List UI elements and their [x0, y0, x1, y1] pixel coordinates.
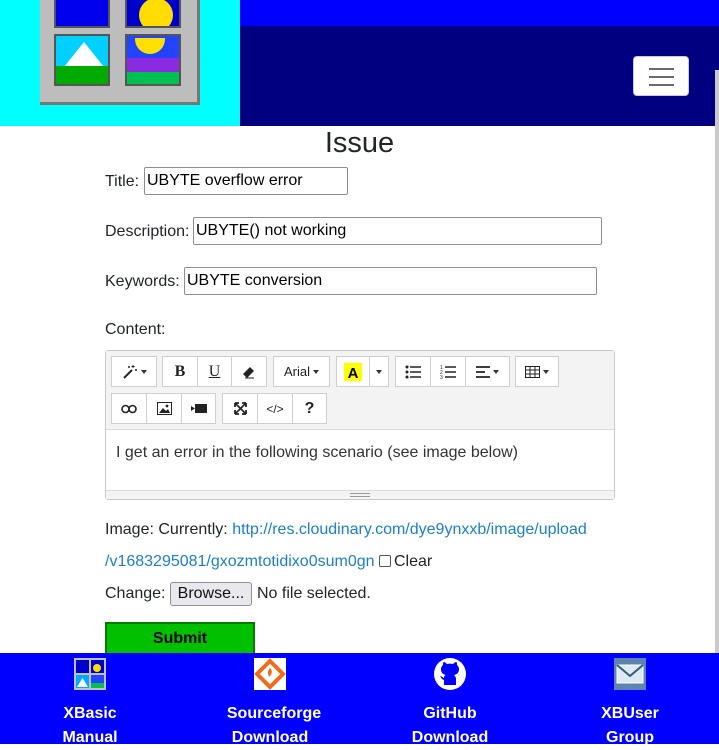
insert-video-button[interactable] — [181, 393, 216, 424]
bold-button[interactable]: B — [162, 356, 198, 387]
footer-item-line2: Download — [231, 729, 309, 746]
title-input[interactable] — [144, 167, 348, 195]
resize-grip-icon — [350, 493, 370, 497]
editor-toolbar: B U Arial A 123 </> ? — [106, 351, 614, 430]
github-icon — [434, 658, 466, 690]
footer-item-line1: Sourceforge — [226, 705, 322, 722]
code-view-button[interactable]: </> — [257, 393, 293, 424]
footer-github-download-link[interactable]: GitHub Download — [380, 653, 520, 750]
insert-image-button[interactable] — [146, 393, 182, 424]
insert-link-button[interactable] — [111, 393, 147, 424]
footer-item-line2: Manual — [62, 729, 118, 746]
svg-text:3: 3 — [440, 375, 443, 379]
navbar-toggle-button[interactable] — [633, 56, 689, 96]
footer-xbuser-group-link[interactable]: XBUser Group — [560, 653, 700, 750]
table-insert-dropdown[interactable] — [515, 356, 559, 387]
description-label: Description: — [105, 223, 190, 240]
navbar-top-strip — [240, 0, 719, 26]
image-link-row: /v1683295081/gxozmtotidixo0sum0gn Clear — [105, 553, 432, 571]
page-title: Issue — [324, 127, 395, 159]
browse-button[interactable]: Browse... — [170, 582, 252, 606]
paragraph-align-dropdown[interactable] — [465, 356, 510, 387]
content-label: Content: — [105, 321, 166, 338]
clear-checkbox[interactable] — [378, 555, 391, 567]
logo-pane-sun-icon — [125, 0, 181, 28]
xbasic-logo[interactable] — [40, 0, 200, 105]
change-label: Change: — [105, 585, 166, 602]
align-left-icon — [476, 365, 490, 378]
sourceforge-icon — [254, 658, 286, 690]
clear-label: Clear — [393, 553, 433, 570]
image-field-row: Image: Currently: http://res.cloudinary.… — [105, 521, 587, 539]
current-image-link-part1[interactable]: http://res.cloudinary.com/dye9ynxxb/imag… — [232, 521, 587, 538]
keywords-label: Keywords: — [105, 273, 180, 290]
editor-content-text[interactable]: I get an error in the following scenario… — [116, 444, 518, 462]
rich-text-editor: B U Arial A 123 </> ? I get an error in … — [105, 350, 615, 500]
text-highlight-icon: A — [344, 362, 362, 381]
logo-pane-sky-icon — [54, 0, 110, 28]
expand-icon — [233, 402, 247, 415]
footer-xbasic-manual-link[interactable]: XBasic Manual — [20, 653, 160, 750]
ordered-list-button[interactable]: 123 — [430, 356, 466, 387]
fullscreen-button[interactable] — [222, 393, 258, 424]
magic-wand-style-button[interactable] — [111, 356, 157, 387]
eraser-icon — [243, 366, 254, 378]
keywords-input[interactable] — [184, 267, 597, 295]
font-name-value: Arial — [283, 364, 310, 379]
link-icon — [121, 404, 137, 413]
footer-item-line2: Group — [606, 729, 654, 746]
logo-pane-mountain-icon — [54, 34, 110, 86]
submit-button[interactable]: Submit — [105, 622, 255, 656]
currently-label: Currently: — [158, 521, 228, 538]
description-input[interactable] — [193, 217, 602, 245]
mail-group-icon — [614, 658, 646, 690]
svg-text:A: A — [348, 365, 359, 381]
footer-item-line1: XBasic — [63, 705, 117, 722]
logo-area — [0, 0, 240, 126]
footer: XBasic Manual Sourceforge Download GitHu… — [0, 653, 719, 746]
help-button[interactable]: ? — [292, 393, 327, 424]
title-label: Title: — [105, 173, 140, 190]
navbar — [240, 26, 719, 126]
editor-resize-handle[interactable] — [106, 490, 614, 499]
bullet-list-icon — [405, 365, 421, 378]
underline-button[interactable]: U — [197, 356, 232, 387]
xbasic-manual-icon — [74, 658, 106, 690]
no-file-selected-text: No file selected. — [257, 585, 371, 602]
font-color-dropdown[interactable] — [369, 356, 389, 387]
font-name-dropdown[interactable]: Arial — [273, 356, 330, 387]
footer-sourceforge-download-link[interactable]: Sourceforge Download — [200, 653, 340, 750]
logo-pane-sunset-icon — [125, 34, 181, 86]
magic-wand-icon — [122, 364, 137, 379]
footer-item-line2: Download — [411, 729, 489, 746]
footer-item-line1: XBUser — [601, 705, 659, 722]
video-icon — [190, 404, 207, 413]
table-icon — [525, 365, 540, 378]
current-image-link-part2[interactable]: /v1683295081/gxozmtotidixo0sum0gn — [105, 553, 375, 570]
footer-item-line1: GitHub — [423, 705, 477, 722]
picture-icon — [156, 402, 172, 415]
unordered-list-button[interactable] — [395, 356, 431, 387]
numbered-list-icon: 123 — [440, 365, 456, 379]
font-color-button[interactable]: A — [336, 356, 370, 387]
image-label: Image: — [105, 521, 154, 538]
clear-formatting-button[interactable] — [231, 356, 267, 387]
